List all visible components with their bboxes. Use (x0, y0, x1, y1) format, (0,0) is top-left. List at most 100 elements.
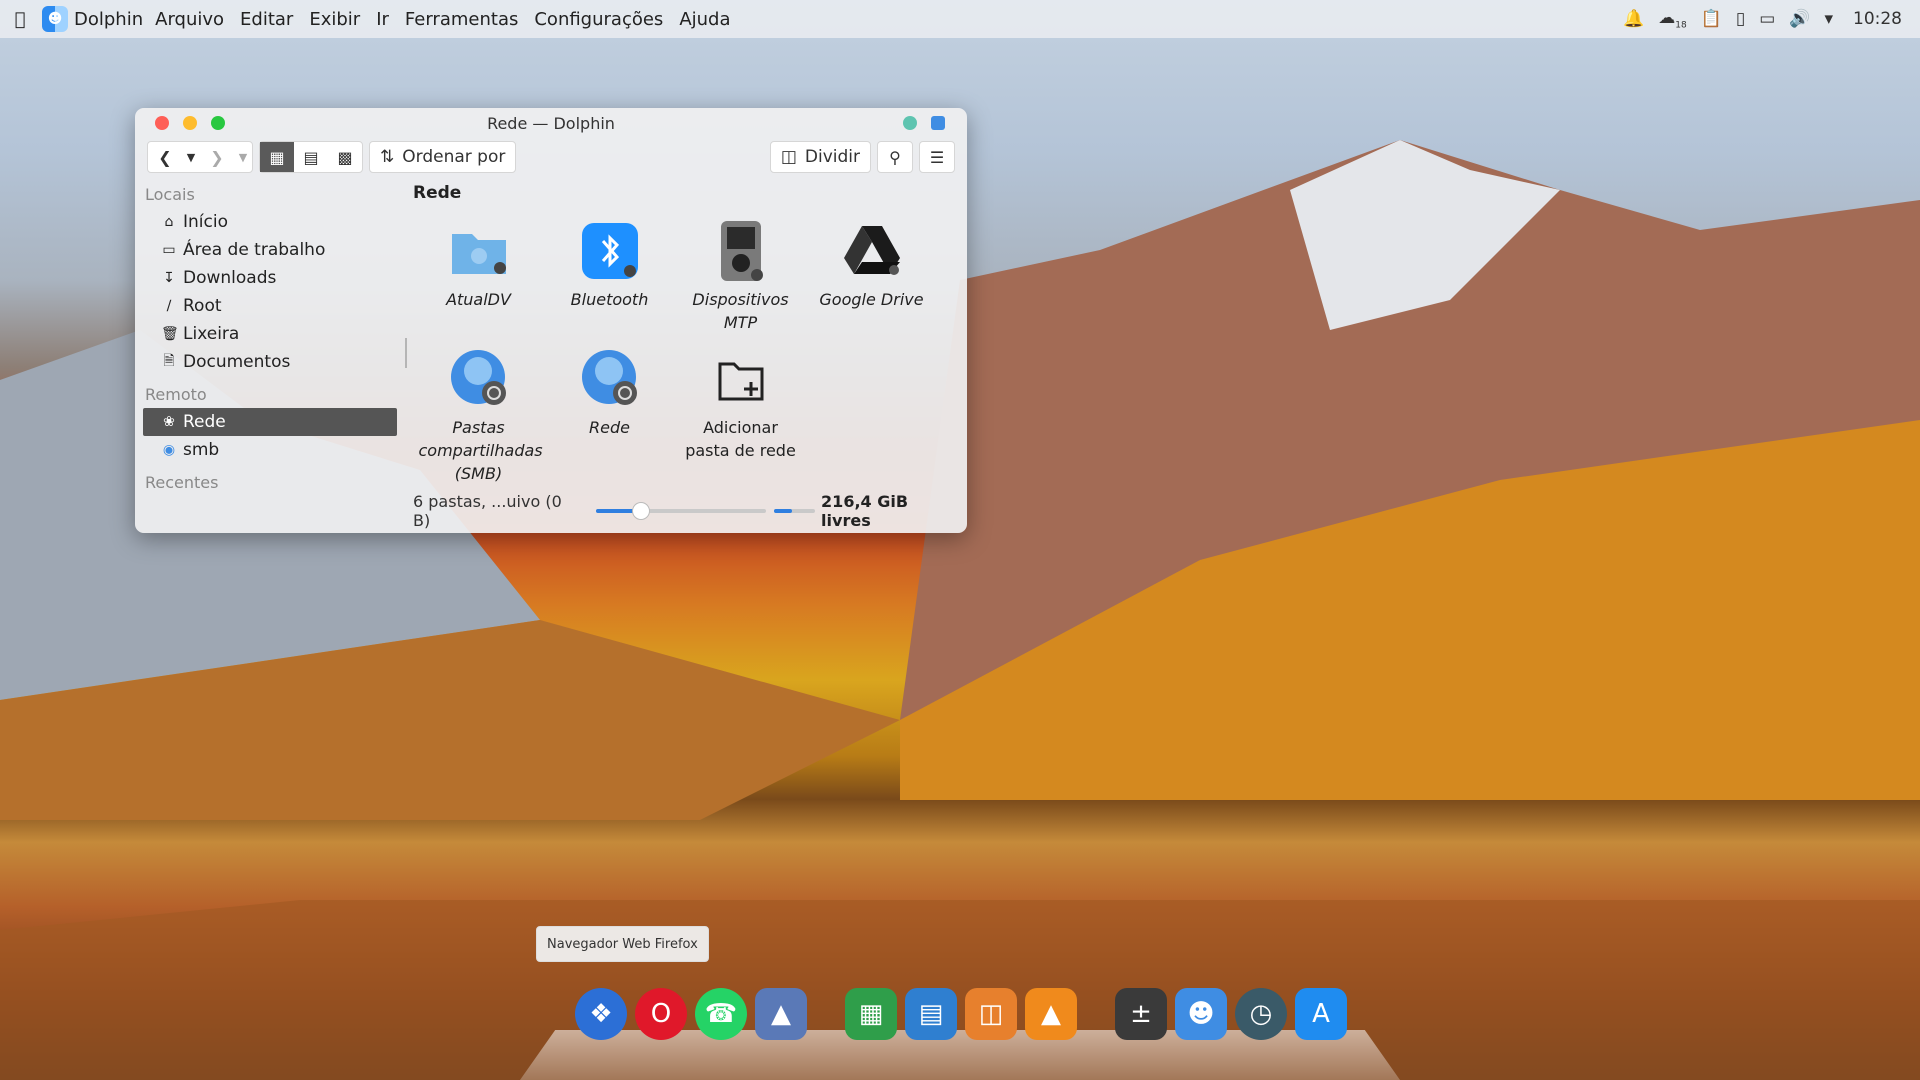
opera-icon[interactable]: O (635, 988, 687, 1040)
split-view-icon: ◫ (780, 147, 797, 167)
weather-icon[interactable]: ☁18 (1658, 8, 1686, 30)
sidebar-item-root[interactable]: ∕ Root (143, 292, 397, 320)
sidebar-item-label: Início (183, 212, 228, 232)
forward-history-dropdown-icon[interactable]: ▼ (234, 142, 252, 172)
menu-ir[interactable]: Ir (376, 9, 389, 30)
clock[interactable]: 10:28 (1853, 9, 1902, 29)
apple-menu-icon[interactable]:  (0, 9, 40, 30)
file-item-smb-shares[interactable]: Pastas compartilhadas (SMB) (413, 348, 544, 485)
notifications-icon[interactable]: 🔔 (1623, 9, 1644, 29)
sidebar-item-label: Downloads (183, 268, 277, 288)
file-view: Rede AtualDV Bluetooth Dispositivos MTP (413, 180, 957, 533)
zoom-slider-handle[interactable] (632, 502, 651, 520)
whatsapp-icon[interactable]: ☎ (695, 988, 747, 1040)
app-name-menu[interactable]: Dolphin (74, 9, 143, 30)
file-item-atualdv[interactable]: AtualDV (413, 220, 544, 334)
desktop-icon: ▭ (162, 242, 176, 258)
file-item-google-drive[interactable]: Google Drive (806, 220, 937, 334)
details-view-icon[interactable]: ▩ (328, 142, 362, 172)
free-space-label: 216,4 GiB livres (821, 492, 909, 530)
breadcrumb[interactable]: Rede (413, 180, 957, 206)
zoom-slider[interactable] (596, 502, 766, 520)
hamburger-menu-button[interactable]: ☰ (919, 141, 955, 173)
file-item-rede[interactable]: Rede (544, 348, 675, 485)
sidebar-scrollbar[interactable] (405, 338, 407, 368)
file-item-label: Rede (589, 418, 630, 437)
network-folder-icon (448, 220, 510, 282)
file-item-add-network-folder[interactable]: Adicionar pasta de rede (675, 348, 806, 485)
sidebar-item-downloads[interactable]: ↧ Downloads (143, 264, 397, 292)
file-item-label: Adicionar pasta de rede (685, 418, 796, 460)
view-mode-group: ▦ ▤ ▩ (259, 141, 363, 173)
battery-device-icon[interactable]: ▯ (1736, 9, 1745, 29)
file-item-label: Google Drive (819, 290, 924, 309)
keep-above-icon[interactable] (903, 116, 917, 130)
menu-editar[interactable]: Editar (240, 9, 293, 30)
file-item-label: Pastas compartilhadas (SMB) (418, 418, 543, 483)
safari-icon[interactable]: ❖ (575, 988, 627, 1040)
presentation-icon[interactable]: ◫ (965, 988, 1017, 1040)
home-icon: ⌂ (164, 214, 174, 230)
finder-icon[interactable]: ☻ (1175, 988, 1227, 1040)
sort-button-inner: ⇅ Ordenar por (370, 142, 515, 172)
vlc-icon[interactable]: ▲ (1025, 988, 1077, 1040)
sidebar-item-rede[interactable]: ❀ Rede (143, 408, 397, 436)
file-grid: AtualDV Bluetooth Dispositivos MTP Googl… (413, 220, 953, 485)
sidebar-item-inicio[interactable]: ⌂ Início (143, 208, 397, 236)
dock-tooltip: Navegador Web Firefox (536, 926, 709, 962)
forward-button[interactable]: ❯ (200, 142, 234, 172)
clipboard-icon[interactable]: 📋 (1701, 9, 1722, 29)
dock-separator (815, 988, 837, 1040)
sort-icon: ⇅ (380, 147, 395, 167)
compact-view-icon[interactable]: ▤ (294, 142, 328, 172)
google-drive-icon (841, 220, 903, 282)
dock-separator (1085, 988, 1107, 1040)
sidebar-item-label: Root (183, 296, 222, 316)
spreadsheet-icon[interactable]: ▦ (845, 988, 897, 1040)
menu-arrow-icon[interactable]: ▾ (1824, 9, 1833, 29)
menu-arquivo[interactable]: Arquivo (155, 9, 224, 30)
menu-ajuda[interactable]: Ajuda (679, 9, 730, 30)
search-button[interactable]: ⚲ (877, 141, 913, 173)
top-menu-bar:  ☻ Dolphin Arquivo Editar Exibir Ir Fer… (0, 0, 1920, 38)
status-bar: 6 pastas, ...uivo (0 B) 216,4 GiB livres (413, 492, 955, 530)
sidebar-item-area-de-trabalho[interactable]: ▭ Área de trabalho (143, 236, 397, 264)
sidebar-item-documentos[interactable]: 🗎 Documentos (143, 348, 397, 376)
close-button[interactable] (155, 116, 169, 130)
icons-view-icon[interactable]: ▦ (260, 142, 294, 172)
window-title: Rede — Dolphin (487, 113, 615, 133)
file-item-bluetooth[interactable]: Bluetooth (544, 220, 675, 334)
navigation-group: ❮ ▼ ❯ ▼ (147, 141, 253, 173)
free-space-fill (773, 509, 793, 513)
writer-icon[interactable]: ▤ (905, 988, 957, 1040)
back-history-dropdown-icon[interactable]: ▼ (182, 142, 200, 172)
time-machine-icon[interactable]: ◷ (1235, 988, 1287, 1040)
maximize-button[interactable] (211, 116, 225, 130)
photo-app-icon[interactable]: ▲ (755, 988, 807, 1040)
minimize-button[interactable] (183, 116, 197, 130)
file-item-label: Bluetooth (570, 290, 649, 309)
file-item-mtp[interactable]: Dispositivos MTP (675, 220, 806, 334)
window-titlebar[interactable]: Rede — Dolphin (135, 108, 967, 138)
dolphin-window: Rede — Dolphin ❮ ▼ ❯ ▼ ▦ ▤ ▩ ⇅ Ordenar p… (135, 108, 967, 533)
display-icon[interactable]: ▭ (1759, 9, 1775, 29)
menu-ferramentas[interactable]: Ferramentas (405, 9, 518, 30)
calculator-icon[interactable]: ± (1115, 988, 1167, 1040)
volume-icon[interactable]: 🔊 (1789, 9, 1810, 29)
split-button[interactable]: ◫ Dividir (769, 141, 871, 173)
sidebar-item-smb[interactable]: ◉ smb (143, 436, 397, 464)
app-store-icon[interactable]: A (1295, 988, 1347, 1040)
status-summary: 6 pastas, ...uivo (0 B) (413, 492, 562, 530)
dolphin-window-icon[interactable] (931, 116, 945, 130)
sort-button[interactable]: ⇅ Ordenar por (369, 141, 517, 173)
smb-share-icon (448, 348, 510, 410)
document-icon: 🗎 (163, 353, 175, 369)
sidebar-section-recentes: Recentes (145, 472, 219, 492)
back-button[interactable]: ❮ (148, 142, 182, 172)
sidebar-item-label: smb (183, 440, 220, 460)
sidebar-item-lixeira[interactable]: 🗑 Lixeira (143, 320, 397, 348)
menu-configuracoes[interactable]: Configurações (534, 9, 663, 30)
network-icon: ❀ (163, 414, 175, 430)
file-item-label: AtualDV (446, 290, 511, 309)
menu-exibir[interactable]: Exibir (309, 9, 360, 30)
